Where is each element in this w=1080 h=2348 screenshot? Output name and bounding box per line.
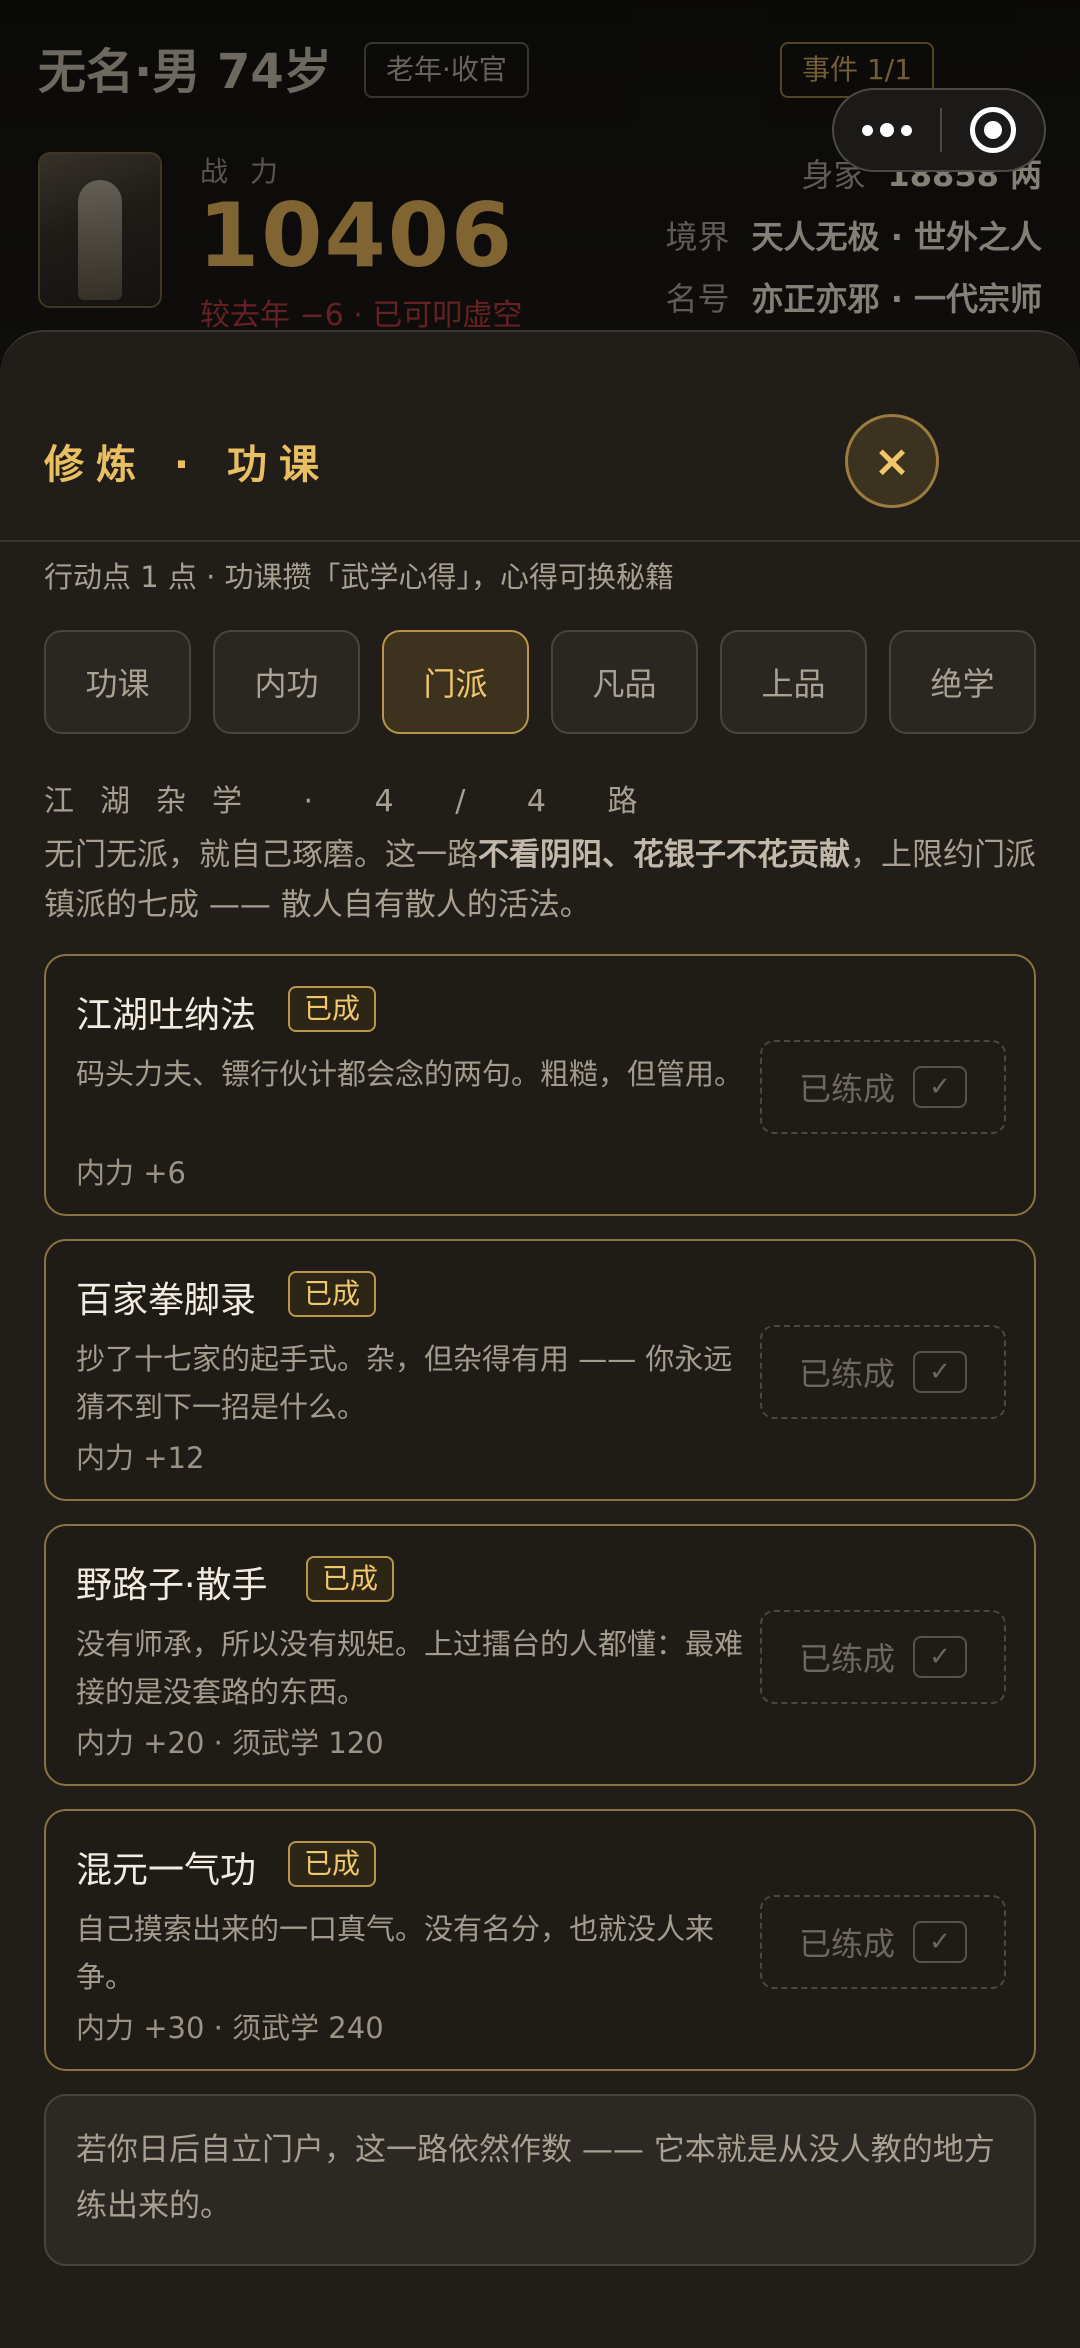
trained-label: 已练成	[798, 1925, 895, 1963]
tab-ultimate[interactable]: 绝学	[889, 630, 1036, 734]
skill-description: 自己摸索出来的一口真气。没有名分，也就没人来争。	[76, 1912, 715, 1994]
trained-button[interactable]: 已练成 ✓	[760, 1325, 1006, 1419]
skill-card: 江湖吐纳法 已成 码头力夫、镖行伙计都会念的两句。粗糙，但管用。 内力 +6 已…	[44, 954, 1036, 1216]
skill-description: 抄了十七家的起手式。杂，但杂得有用 —— 你永远猜不到下一招是什么。	[76, 1342, 733, 1424]
dot-icon	[862, 124, 873, 136]
skill-card: 混元一气功 已成 自己摸索出来的一口真气。没有名分，也就没人来争。 内力 +30…	[44, 1809, 1036, 2071]
power-change: 较去年 −6 · 已可叩虚空	[200, 298, 523, 333]
character-title: 无名·男 74岁	[38, 44, 332, 100]
trained-button[interactable]: 已练成 ✓	[760, 1610, 1006, 1704]
footer-note: 若你日后自立门户，这一路依然作数 —— 它本就是从没人教的地方练出来的。	[44, 2094, 1036, 2266]
skill-stat: 内力 +6	[76, 1156, 186, 1190]
realm-label: 境界	[665, 218, 730, 256]
status-badge: 已成	[288, 1841, 377, 1887]
status-badge: 已成	[288, 1271, 377, 1317]
target-icon	[970, 107, 1016, 153]
trained-label: 已练成	[798, 1640, 895, 1678]
tab-homework[interactable]: 功课	[44, 630, 191, 734]
skill-name: 百家拳脚录	[76, 1280, 257, 1321]
section-description: 无门无派，就自己琢磨。这一路不看阴阳、花银子不花贡献，上限约门派镇派的七成 ——…	[44, 837, 1036, 923]
check-icon: ✓	[913, 1066, 967, 1108]
status-badge: 已成	[306, 1556, 395, 1602]
sheet-header: 修炼 · 功课 ×	[0, 332, 1080, 542]
power-value: 10406	[198, 184, 515, 287]
fame-value: 亦正亦邪 · 一代宗师	[751, 280, 1042, 318]
realm-row: 境界 天人无极 · 世外之人	[666, 212, 1042, 258]
realm-value: 天人无极 · 世外之人	[751, 218, 1042, 256]
action-hint: 行动点 1 点 · 功课攒「武学心得」，心得可换秘籍	[44, 560, 675, 594]
tab-inner-arts[interactable]: 内功	[213, 630, 360, 734]
miniprogram-capsule	[832, 88, 1046, 172]
trained-label: 已练成	[798, 1070, 895, 1108]
fame-row: 名号 亦正亦邪 · 一代宗师	[666, 274, 1042, 320]
skill-description: 码头力夫、镖行伙计都会念的两句。粗糙，但管用。	[76, 1057, 744, 1091]
check-icon: ✓	[913, 1921, 967, 1963]
exit-button[interactable]	[942, 107, 1044, 153]
dot-icon	[880, 123, 894, 137]
fame-label: 名号	[665, 280, 730, 318]
skill-stat: 内力 +30 · 须武学 240	[76, 2011, 384, 2045]
dot-icon	[901, 124, 912, 136]
skill-name: 混元一气功	[76, 1850, 257, 1891]
status-badge: 已成	[288, 986, 377, 1032]
tab-bar: 功课 内功 门派 凡品 上品 绝学	[44, 630, 1036, 734]
more-menu-button[interactable]	[834, 90, 940, 170]
sheet-title: 修炼 · 功课	[44, 442, 332, 488]
close-button[interactable]: ×	[845, 414, 939, 508]
skill-card: 野路子·散手 已成 没有师承，所以没有规矩。上过擂台的人都懂：最难接的是没套路的…	[44, 1524, 1036, 1786]
skill-description: 没有师承，所以没有规矩。上过擂台的人都懂：最难接的是没套路的东西。	[76, 1627, 744, 1709]
trained-button[interactable]: 已练成 ✓	[760, 1895, 1006, 1989]
tab-superior[interactable]: 上品	[720, 630, 867, 734]
training-sheet: 修炼 · 功课 × 行动点 1 点 · 功课攒「武学心得」，心得可换秘籍 功课 …	[0, 330, 1080, 2348]
profile-header: 无名·男 74岁 老年·收官 事件 1/1 战力 10406 较去年 −6 · …	[0, 0, 1080, 360]
skill-stat: 内力 +12	[76, 1441, 205, 1475]
tab-common[interactable]: 凡品	[551, 630, 698, 734]
tab-sect[interactable]: 门派	[382, 630, 529, 734]
skill-name: 野路子·散手	[76, 1565, 268, 1606]
skill-card: 百家拳脚录 已成 抄了十七家的起手式。杂，但杂得有用 —— 你永远猜不到下一招是…	[44, 1239, 1036, 1501]
skill-name: 江湖吐纳法	[76, 995, 257, 1036]
trained-button[interactable]: 已练成 ✓	[760, 1040, 1006, 1134]
check-icon: ✓	[913, 1351, 967, 1393]
check-icon: ✓	[913, 1636, 967, 1678]
avatar	[38, 152, 162, 308]
skill-stat: 内力 +20 · 须武学 120	[76, 1726, 384, 1760]
life-stage-tag: 老年·收官	[364, 42, 529, 98]
trained-label: 已练成	[798, 1355, 895, 1393]
section-title: 江湖杂学 · 4 / 4 路	[44, 784, 664, 819]
